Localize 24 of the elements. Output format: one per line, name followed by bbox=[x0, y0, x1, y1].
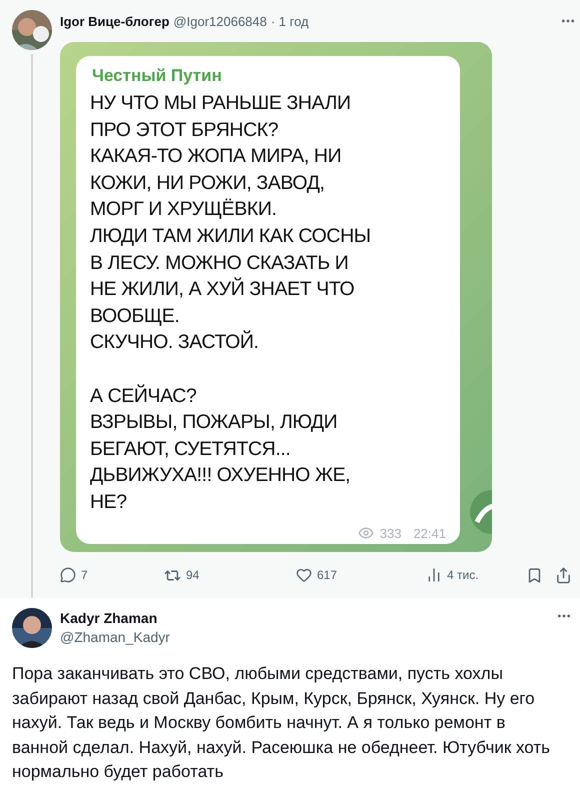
repost-button[interactable]: 94 bbox=[164, 566, 296, 584]
author-name[interactable]: Kadyr Zhaman bbox=[60, 610, 170, 626]
eye-icon bbox=[358, 525, 374, 541]
post-time[interactable]: · 1 год bbox=[270, 14, 309, 28]
reply-button[interactable]: 7 bbox=[60, 567, 164, 583]
bar-chart-icon bbox=[426, 567, 442, 583]
views-button[interactable]: 4 тис. bbox=[426, 567, 526, 583]
view-count: 333 bbox=[380, 526, 402, 540]
view-count: 4 тис. bbox=[447, 568, 479, 582]
like-count: 617 bbox=[317, 568, 338, 582]
message-text: НУ ЧТО МЫ РАНЬШЕ ЗНАЛИ ПРО ЭТОТ БРЯНСК? КАКАЯ-ТО ЖОПА МИРА, НИ КОЖИ, НИ РОЖИ, ЗАВОД, МОРГ И ХРУЩЁВКИ. ЛЮДИ ТАМ ЖИЛИ КАК СОСНЫ В ЛЕСУ. МОЖНО СКАЗАТЬ И НЕ ЖИЛИ, А ХУЙ ЗНАЕТ ЧТО ВООБЩЕ. СКУЧНО. ЗАСТОЙ. А СЕЙЧАС? ВЗРЫВЫ, ПОЖАРЫ, ЛЮДИ БЕГАЮТ, СУЕТЯТСЯ... ДЬВИЖУХА!!! ОХУЕННО ЖЕ, НЕ? bbox=[90, 91, 371, 515]
author-handle[interactable]: @Igor12066848 bbox=[173, 14, 267, 28]
like-button[interactable]: 617 bbox=[296, 567, 426, 583]
reply-count: 7 bbox=[81, 568, 88, 582]
heart-icon bbox=[296, 567, 312, 583]
reply-icon bbox=[60, 567, 76, 583]
bookmark-icon[interactable] bbox=[526, 566, 543, 584]
repost-count: 94 bbox=[186, 568, 200, 582]
author-handle[interactable]: @Zhaman_Kadyr bbox=[60, 629, 170, 645]
message-time: 22:41 bbox=[413, 526, 446, 540]
channel-name: Честный Путин bbox=[92, 66, 223, 86]
post-text: Пора заканчивать это СВО, любыми средствами, пусть хохлы забирают назад свой Данбас, Крым, Курск, Брянск, Хуянск. Ну его нахуй. Так ведь и Москву бомбить начнут. А я только ремонт в ванной сделал. Нахуй, нахуй. Расеюшка не обеднеет. Ютубчик хоть нормально будет работать bbox=[12, 663, 552, 783]
share-icon[interactable] bbox=[555, 566, 572, 584]
author-name[interactable]: Igor Вице-блогер bbox=[60, 14, 170, 28]
